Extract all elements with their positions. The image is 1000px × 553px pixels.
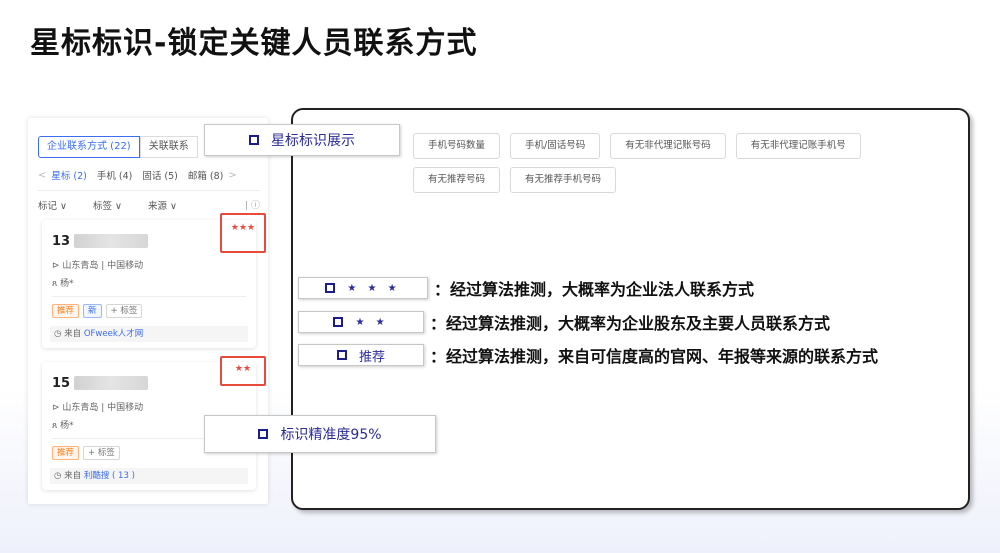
tab-company-contacts[interactable]: 企业联系方式 (22) bbox=[38, 136, 140, 158]
chip-non-agent-number[interactable]: 有无非代理记账号码 bbox=[610, 133, 726, 159]
person-icon: ጸ bbox=[52, 421, 61, 431]
filter-chips: 手机号码数量 手机/固话号码 有无非代理记账号码 有无非代理记账手机号 有无推荐… bbox=[413, 133, 883, 201]
tab-related-contacts[interactable]: 关联联系 bbox=[139, 136, 198, 158]
source-line: ◷ 来自 利酷搜 ( 13 ) bbox=[50, 468, 248, 484]
legend-description: ：经过算法推测，大概率为企业股东及主要人员联系方式 bbox=[430, 314, 831, 333]
legend-row: ★ ★ ★ ：经过算法推测，大概率为企业法人联系方式 bbox=[298, 276, 754, 300]
square-bullet-icon bbox=[333, 317, 344, 327]
recommend-tag: 推荐 bbox=[52, 304, 80, 318]
phone-number: 15 bbox=[52, 376, 71, 391]
page-title: 星标标识-锁定关键人员联系方式 bbox=[30, 26, 478, 61]
divider bbox=[38, 190, 260, 191]
legend-row: ★ ★ ：经过算法推测，大概率为企业股东及主要人员联系方式 bbox=[298, 310, 830, 334]
three-star-icon: ★ ★ ★ bbox=[347, 282, 401, 294]
masked-number bbox=[74, 376, 148, 390]
legend-description: ：经过算法推测，大概率为企业法人联系方式 bbox=[434, 280, 755, 299]
star-rating-highlight: ★★★ bbox=[220, 213, 266, 253]
clock-icon: ◷ bbox=[54, 329, 65, 339]
chevron-right-icon[interactable]: > bbox=[228, 170, 236, 181]
square-bullet-icon bbox=[336, 350, 347, 360]
add-tag-button[interactable]: + 标签 bbox=[105, 304, 143, 318]
legend-key: 推荐 bbox=[298, 344, 424, 366]
legend-description: ：经过算法推测，来自可信度高的官网、年报等来源的联系方式 bbox=[430, 347, 879, 366]
new-tag: 新 bbox=[83, 304, 102, 318]
filter-mark[interactable]: 标记 ∨ bbox=[38, 198, 67, 212]
subtab-mobile[interactable]: 手机 (4) bbox=[97, 168, 132, 182]
two-star-icon: ★ ★ bbox=[355, 316, 389, 328]
filter-source[interactable]: 来源 ∨ bbox=[148, 198, 177, 212]
phone-number: 13 bbox=[52, 234, 71, 249]
square-bullet-icon bbox=[325, 283, 336, 293]
filter-bar: 标记 ∨ 标签 ∨ 来源 ∨ | ⓘ bbox=[38, 198, 260, 212]
person-line: ጸ 杨* bbox=[52, 421, 74, 431]
divider bbox=[52, 296, 246, 297]
subtab-star[interactable]: 星标 (2) bbox=[51, 168, 86, 182]
star-icon: ★★★ bbox=[230, 223, 256, 233]
chip-recommended-number[interactable]: 有无推荐号码 bbox=[413, 167, 501, 193]
add-tag-button[interactable]: + 标签 bbox=[83, 446, 120, 460]
contact-subtabs: < 星标 (2) 手机 (4) 固话 (5) 邮箱 (8) > bbox=[38, 168, 260, 183]
source-line: ◷ 来自 OFweek人才网 bbox=[50, 326, 248, 342]
info-icon[interactable]: | ⓘ bbox=[245, 198, 260, 212]
location-line: ⊳ 山东青岛 | 中国移动 bbox=[52, 403, 144, 413]
chevron-left-icon[interactable]: < bbox=[38, 170, 46, 181]
recommend-label: 推荐 bbox=[358, 349, 385, 365]
filter-tag[interactable]: 标签 ∨ bbox=[93, 198, 122, 212]
tag-row: 推荐 新 + 标签 bbox=[52, 304, 143, 318]
source-link[interactable]: OFweek人才网 bbox=[84, 329, 143, 339]
star-rating-highlight: ★★ bbox=[220, 356, 266, 386]
star-icon: ★★ bbox=[234, 364, 252, 374]
square-bullet-icon bbox=[249, 135, 259, 145]
legend-key: ★ ★ ★ bbox=[298, 277, 428, 299]
chip-phone-landline[interactable]: 手机/固话号码 bbox=[510, 133, 601, 159]
legend-key: ★ ★ bbox=[298, 311, 424, 333]
contact-tabs: 企业联系方式 (22) 关联联系 bbox=[38, 136, 198, 158]
source-link[interactable]: 利酷搜 ( 13 ) bbox=[84, 471, 135, 481]
square-bullet-icon bbox=[258, 429, 269, 439]
location-line: ⊳ 山东青岛 | 中国移动 bbox=[52, 261, 144, 271]
legend-row: 推荐 ：经过算法推测，来自可信度高的官网、年报等来源的联系方式 bbox=[298, 343, 878, 367]
subtab-email[interactable]: 邮箱 (8) bbox=[188, 168, 223, 182]
chip-non-agent-mobile[interactable]: 有无非代理记账手机号 bbox=[735, 133, 861, 159]
person-line: ጸ 杨* bbox=[52, 279, 74, 289]
chip-recommended-mobile[interactable]: 有无推荐手机号码 bbox=[510, 167, 617, 193]
recommend-tag: 推荐 bbox=[52, 446, 80, 460]
chip-phone-count[interactable]: 手机号码数量 bbox=[413, 133, 501, 159]
clock-icon: ◷ bbox=[54, 471, 65, 481]
callout-accuracy: 标识精准度95% bbox=[204, 415, 436, 453]
subtab-landline[interactable]: 固话 (5) bbox=[142, 168, 177, 182]
callout-star-display: 星标标识展示 bbox=[204, 124, 400, 156]
location-icon: ⊳ bbox=[52, 261, 63, 271]
person-icon: ጸ bbox=[52, 279, 61, 289]
masked-number bbox=[74, 234, 148, 248]
location-icon: ⊳ bbox=[52, 403, 63, 413]
tag-row: 推荐 + 标签 bbox=[52, 446, 120, 460]
